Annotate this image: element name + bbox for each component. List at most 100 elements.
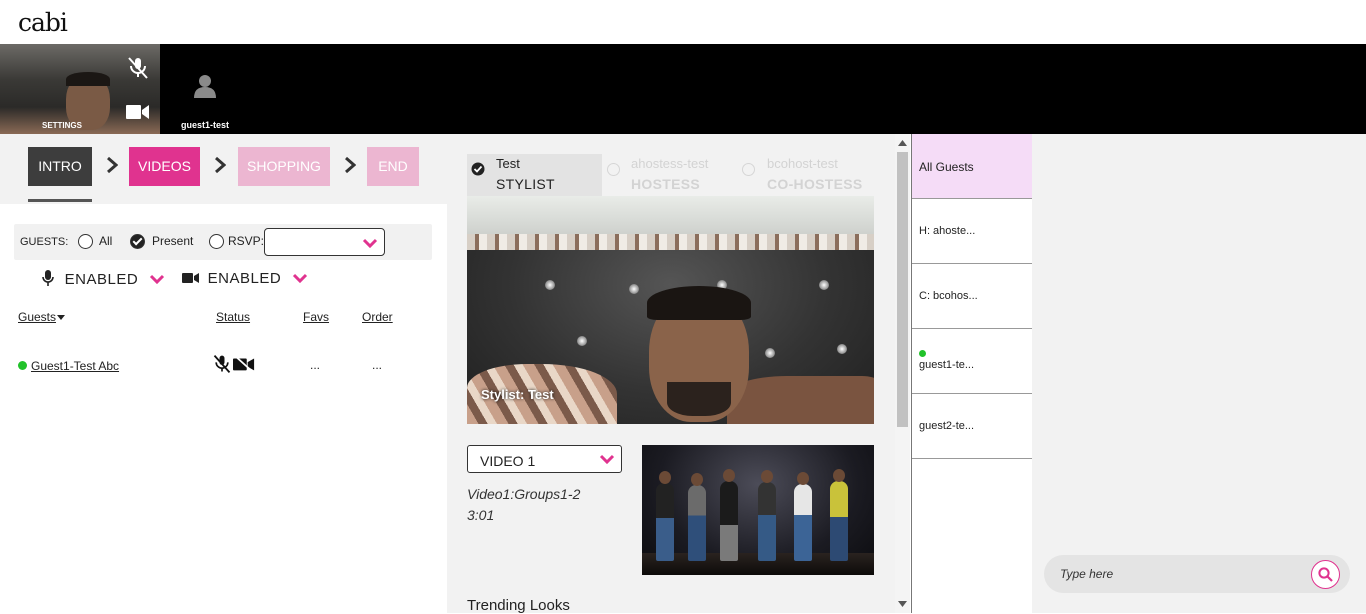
active-step-underline (28, 199, 92, 202)
video-wall (467, 196, 874, 236)
list-item-label: guest1-te... (919, 359, 975, 371)
camera-enable-dropdown[interactable]: ENABLED (182, 270, 308, 287)
video-bar: SETTINGS guest1-test (0, 44, 1366, 134)
filter-present-label[interactable]: Present (152, 234, 193, 248)
video-hair (647, 286, 751, 320)
mic-off-icon[interactable] (212, 354, 232, 377)
video-select[interactable]: VIDEO 1 (467, 445, 622, 473)
step-shopping[interactable]: SHOPPING (238, 147, 330, 186)
mic-status-label: ENABLED (64, 271, 139, 288)
filter-all-radio[interactable] (78, 234, 93, 249)
video-arm (727, 376, 874, 424)
tab-co-hostess[interactable]: bcohost-test CO-HOSTESS (742, 154, 872, 196)
tab-hostess-name: ahostess-test (631, 156, 709, 171)
list-item-guest2[interactable]: guest2-te... (912, 394, 1032, 459)
filter-present-radio[interactable] (130, 234, 145, 249)
thumbnail-model (688, 473, 706, 561)
main-video[interactable]: Stylist: Test (467, 196, 874, 424)
tab-hostess[interactable]: ahostess-test HOSTESS (607, 154, 737, 196)
video-sofa-stud (577, 336, 587, 346)
main-video-caption: Stylist: Test (481, 387, 554, 402)
host-control-panel: INTRO VIDEOS SHOPPING END GUESTS: All Pr… (0, 134, 447, 613)
guest-filter: GUESTS: All Present RSVP: (14, 224, 432, 260)
tab-stylist[interactable]: Test STYLIST (467, 154, 602, 196)
chat-input[interactable] (1060, 564, 1300, 584)
guest-video-tile[interactable]: guest1-test (166, 44, 246, 134)
tab-co-hostess-name: bcohost-test (767, 156, 838, 171)
filter-all-label[interactable]: All (99, 234, 112, 248)
video-info: Video1:Groups1-2 3:01 (467, 484, 580, 526)
online-status-dot (18, 361, 27, 370)
thumbnail-model-head (833, 469, 845, 482)
guest-filter-label: GUESTS: (20, 236, 69, 248)
column-order[interactable]: Order (362, 310, 393, 324)
scroll-up-icon[interactable] (898, 140, 907, 146)
list-item-hostess[interactable]: H: ahoste... (912, 199, 1032, 264)
guest-favs[interactable]: ... (310, 358, 320, 372)
center-scrollbar[interactable] (895, 134, 910, 613)
video-select-value: VIDEO 1 (480, 453, 536, 469)
column-guests-label: Guests (18, 310, 57, 324)
chat-input-box (1044, 555, 1350, 593)
filter-rsvp-radio[interactable] (209, 234, 224, 249)
self-video-tile[interactable]: SETTINGS (0, 44, 160, 134)
chat-send-button[interactable] (1311, 560, 1340, 589)
thumbnail-model (830, 469, 848, 561)
user-avatar-icon (194, 74, 216, 103)
video-sofa-stud (545, 280, 555, 290)
microphone-icon (42, 270, 54, 286)
chevron-right-icon (344, 156, 357, 179)
video-sofa-stud (629, 284, 639, 294)
mic-off-icon[interactable] (126, 56, 150, 85)
video-sofa-stud (837, 344, 847, 354)
list-item-label: guest2-te... (919, 420, 975, 432)
thumbnail-model (720, 469, 738, 561)
video-off-icon[interactable] (233, 355, 255, 376)
filter-rsvp-label[interactable]: RSVP: (228, 234, 264, 248)
camera-status-label: ENABLED (207, 270, 282, 287)
video-trim (467, 234, 874, 250)
video-beard (667, 382, 731, 416)
check-circle-icon (471, 162, 485, 176)
step-videos[interactable]: VIDEOS (129, 147, 200, 186)
tab-stylist-role: STYLIST (496, 176, 555, 192)
list-item-co-hostess[interactable]: C: bcohos... (912, 264, 1032, 329)
column-guests[interactable]: Guests (18, 310, 66, 324)
column-favs[interactable]: Favs (303, 310, 329, 324)
video-title: Video1:Groups1-2 (467, 486, 581, 502)
video-camera-icon (182, 273, 199, 283)
tab-hostess-role: HOSTESS (631, 176, 701, 192)
thumbnail-model (758, 470, 776, 561)
list-item-label: C: bcohos... (919, 290, 978, 302)
chat-panel (1032, 134, 1366, 613)
self-video-hair (66, 72, 110, 86)
thumbnail-model (656, 471, 674, 561)
video-camera-icon[interactable] (126, 104, 150, 125)
list-item-all-guests[interactable]: All Guests (912, 134, 1032, 199)
chat-guest-list: All Guests H: ahoste... C: bcohos... gue… (911, 134, 1032, 613)
column-status[interactable]: Status (216, 310, 250, 324)
logo: cabi (18, 8, 68, 37)
settings-label[interactable]: SETTINGS (0, 121, 124, 130)
list-item-guest1[interactable]: guest1-te... (912, 329, 1032, 394)
scroll-down-icon[interactable] (898, 601, 907, 607)
mic-enable-dropdown[interactable]: ENABLED (42, 270, 165, 288)
thumbnail-model-head (723, 469, 735, 482)
chevron-down-icon (599, 454, 615, 464)
rsvp-select[interactable] (264, 228, 385, 256)
sort-down-icon (57, 315, 66, 320)
guest-name-link[interactable]: Guest1-Test Abc (31, 359, 119, 373)
radio-icon (742, 163, 755, 176)
tab-co-hostess-role: CO-HOSTESS (767, 176, 863, 192)
step-intro[interactable]: INTRO (28, 147, 92, 186)
tab-stylist-name: Test (496, 156, 520, 171)
scrollbar-thumb[interactable] (897, 152, 908, 427)
guest-order[interactable]: ... (372, 358, 382, 372)
step-end[interactable]: END (367, 147, 419, 186)
radio-icon (607, 163, 620, 176)
thumbnail-model-head (691, 473, 703, 486)
thumbnail-model-head (761, 470, 773, 483)
search-icon (1318, 567, 1333, 582)
video-thumbnail[interactable] (642, 445, 874, 575)
top-bar: cabi (0, 0, 1366, 44)
